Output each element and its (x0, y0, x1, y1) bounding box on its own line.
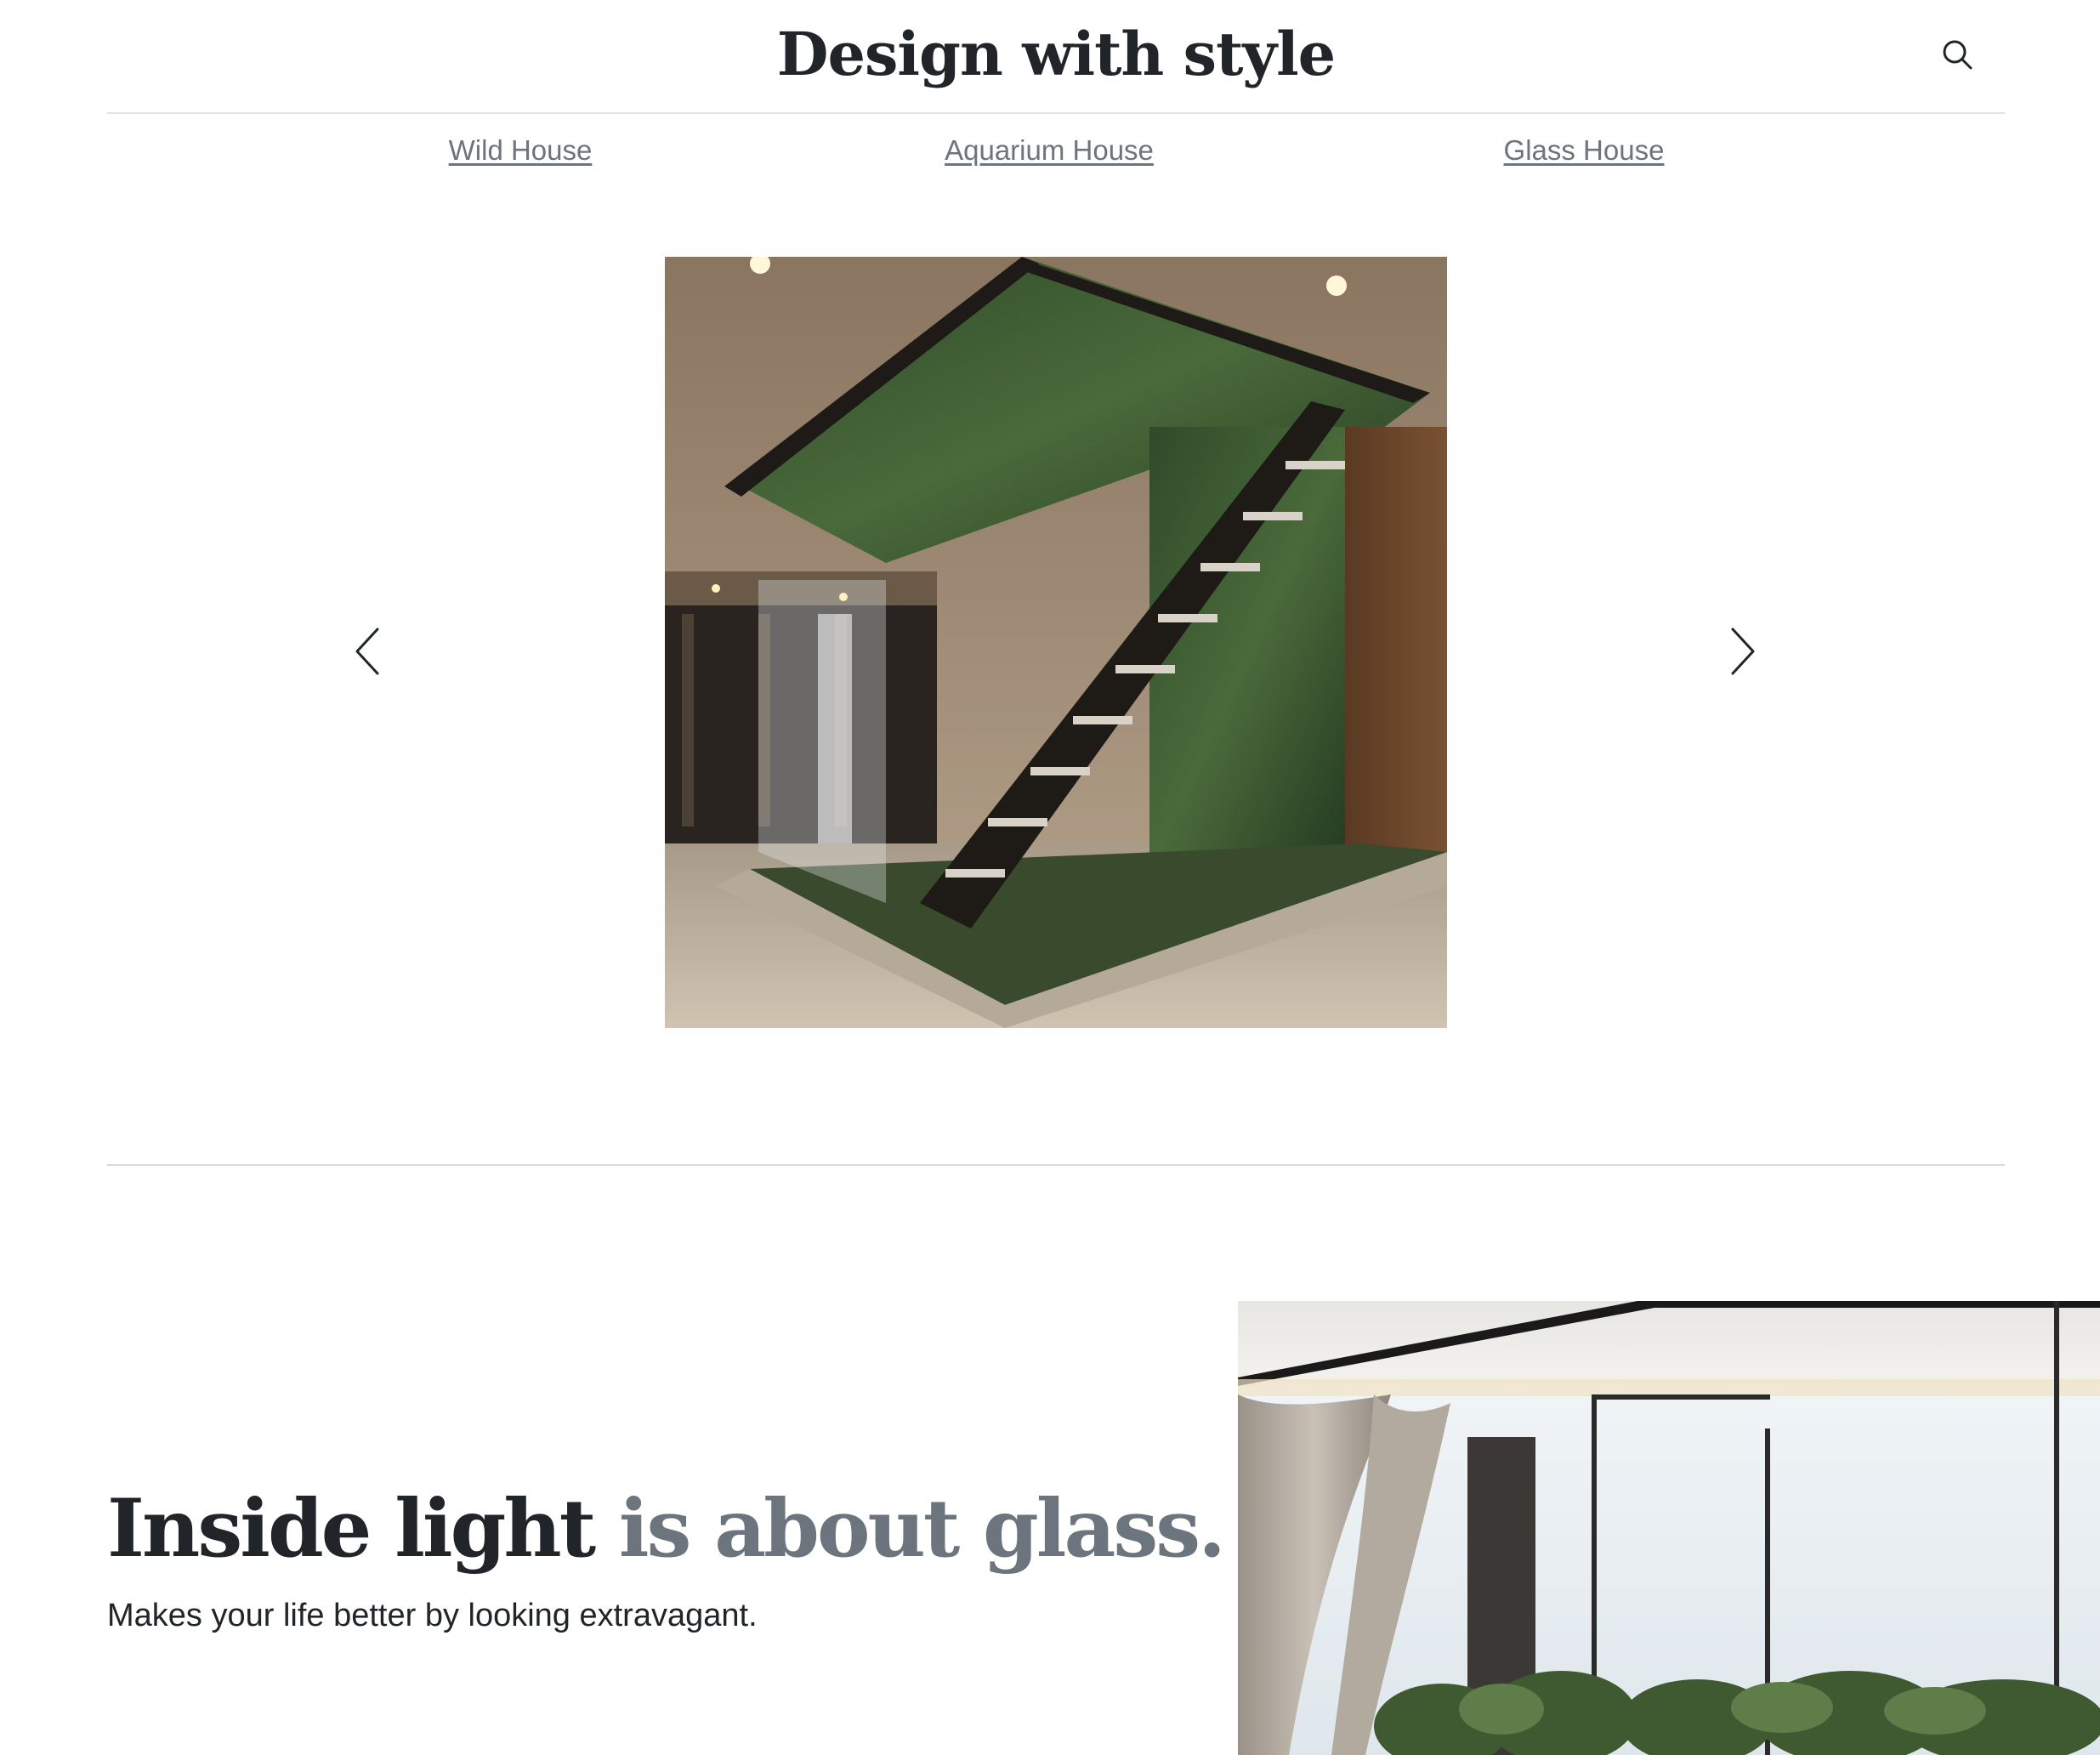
chevron-right-icon (1726, 624, 1760, 683)
search-icon (1940, 37, 1974, 76)
category-nav: Wild House Aquarium House Glass House (0, 134, 2100, 175)
feature-heading-muted: is about glass. (618, 1482, 1226, 1576)
nav-link-aquarium-house[interactable]: Aquarium House (945, 134, 1154, 167)
feature-heading: Inside light is about glass. (107, 1480, 1226, 1578)
carousel-image (665, 257, 1447, 1028)
image-carousel (0, 255, 2100, 1029)
search-button[interactable] (1933, 32, 1981, 80)
feature-image (1238, 1301, 2100, 1755)
feature-heading-strong: Inside light (107, 1482, 596, 1576)
section-divider (107, 1164, 2005, 1166)
carousel-prev-button[interactable] (333, 612, 401, 694)
carousel-next-button[interactable] (1709, 612, 1777, 694)
site-header: Design with style (107, 0, 2005, 114)
nav-link-wild-house[interactable]: Wild House (449, 134, 593, 167)
chevron-left-icon (350, 624, 384, 683)
site-title: Design with style (776, 19, 1336, 89)
feature-subtext: Makes your life better by looking extrav… (107, 1598, 758, 1633)
nav-link-glass-house[interactable]: Glass House (1504, 134, 1665, 167)
